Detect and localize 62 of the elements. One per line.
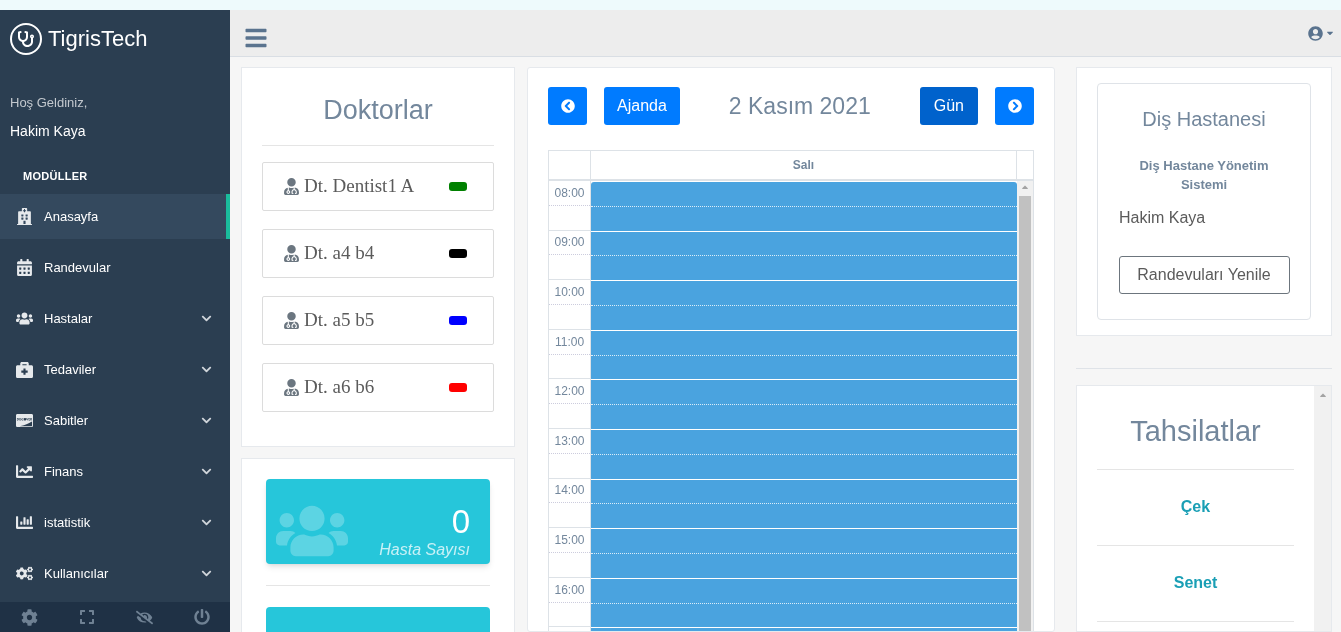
view-tab[interactable]: Ajanda [604,87,680,125]
menu-icon[interactable] [244,26,268,50]
nav-item[interactable]: Randevular [0,245,230,291]
view-tab[interactable]: Gün [919,87,978,125]
card-icon [14,412,34,430]
time-label: 08:00 [554,184,585,202]
next-button[interactable] [995,87,1034,125]
gears-icon [14,565,34,583]
doctor-item[interactable]: Dt. a4 b4 [262,228,494,278]
previous-button[interactable] [548,87,587,125]
eye-slash-icon[interactable] [135,608,153,626]
greeting-text: Hoş Geldiniz, [10,94,89,113]
panel-title: Tahsilatlar [1097,410,1294,470]
section-title: MODÜLLER [22,168,89,184]
nav-item[interactable]: istatistik [0,500,230,546]
time-label: 10:00 [554,284,585,302]
appointment-block[interactable] [591,182,1017,631]
time-label: 13:00 [554,432,585,450]
brand-name: TigrisTech [48,25,148,54]
nav-item[interactable]: Tedaviler [0,347,230,393]
doctor-item[interactable]: Dt. a5 b5 [262,295,494,345]
time-label: 09:00 [554,234,585,252]
chevron-right-icon [1007,99,1022,113]
stats-label: Hasta Sayısı [379,539,470,560]
doctor-icon [283,311,300,329]
user-name: Hakim Kaya [10,121,87,141]
doctor-icon [283,244,300,262]
calendar-title: 2 Kasım 2021 [727,91,872,121]
medical-kit-icon [14,361,34,379]
time-label: 14:00 [554,482,585,500]
time-label: 16:00 [554,581,585,599]
scrollbar[interactable] [1314,386,1331,631]
nav-item[interactable]: Finans [0,449,230,495]
hospital-icon [14,208,34,226]
panel-title: Doktorlar [262,90,494,146]
clinic-user: Hakim Kaya [1119,208,1206,228]
calendar-icon [14,259,34,277]
stats-value: 0 [451,501,470,542]
chevron-left-icon [560,99,575,113]
time-label: 15:00 [554,532,585,550]
user-icon[interactable] [1308,25,1323,41]
bar-chart-icon [14,514,34,532]
doctor-icon [283,177,300,195]
nav-item[interactable]: Sabitler [0,398,230,444]
clinic-subtitle: Diş Hastane Yönetim Sistemi [1138,157,1270,194]
doctor-icon [283,378,300,396]
power-icon[interactable] [193,609,210,626]
nav-item[interactable]: Anasayfa [0,194,230,240]
time-label: 11:00 [554,333,585,351]
clinic-title: Diş Hastanesi [1142,107,1266,132]
doctor-item[interactable]: Dt. Dentist1 A [262,161,494,211]
time-label: 12:00 [554,383,585,401]
settings-icon[interactable] [20,608,38,626]
nav-item[interactable]: Kullanıcılar [0,551,230,597]
nav-item[interactable]: Hastalar [0,296,230,342]
doctor-item[interactable]: Dt. a6 b6 [262,362,494,412]
refresh-button[interactable]: Randevuları Yenile [1118,256,1290,294]
stethoscope-logo-icon [10,22,42,55]
scrollbar[interactable] [1017,181,1033,631]
expand-icon[interactable] [78,609,95,626]
line-chart-icon [14,463,34,481]
day-header: Salı [591,151,1017,179]
